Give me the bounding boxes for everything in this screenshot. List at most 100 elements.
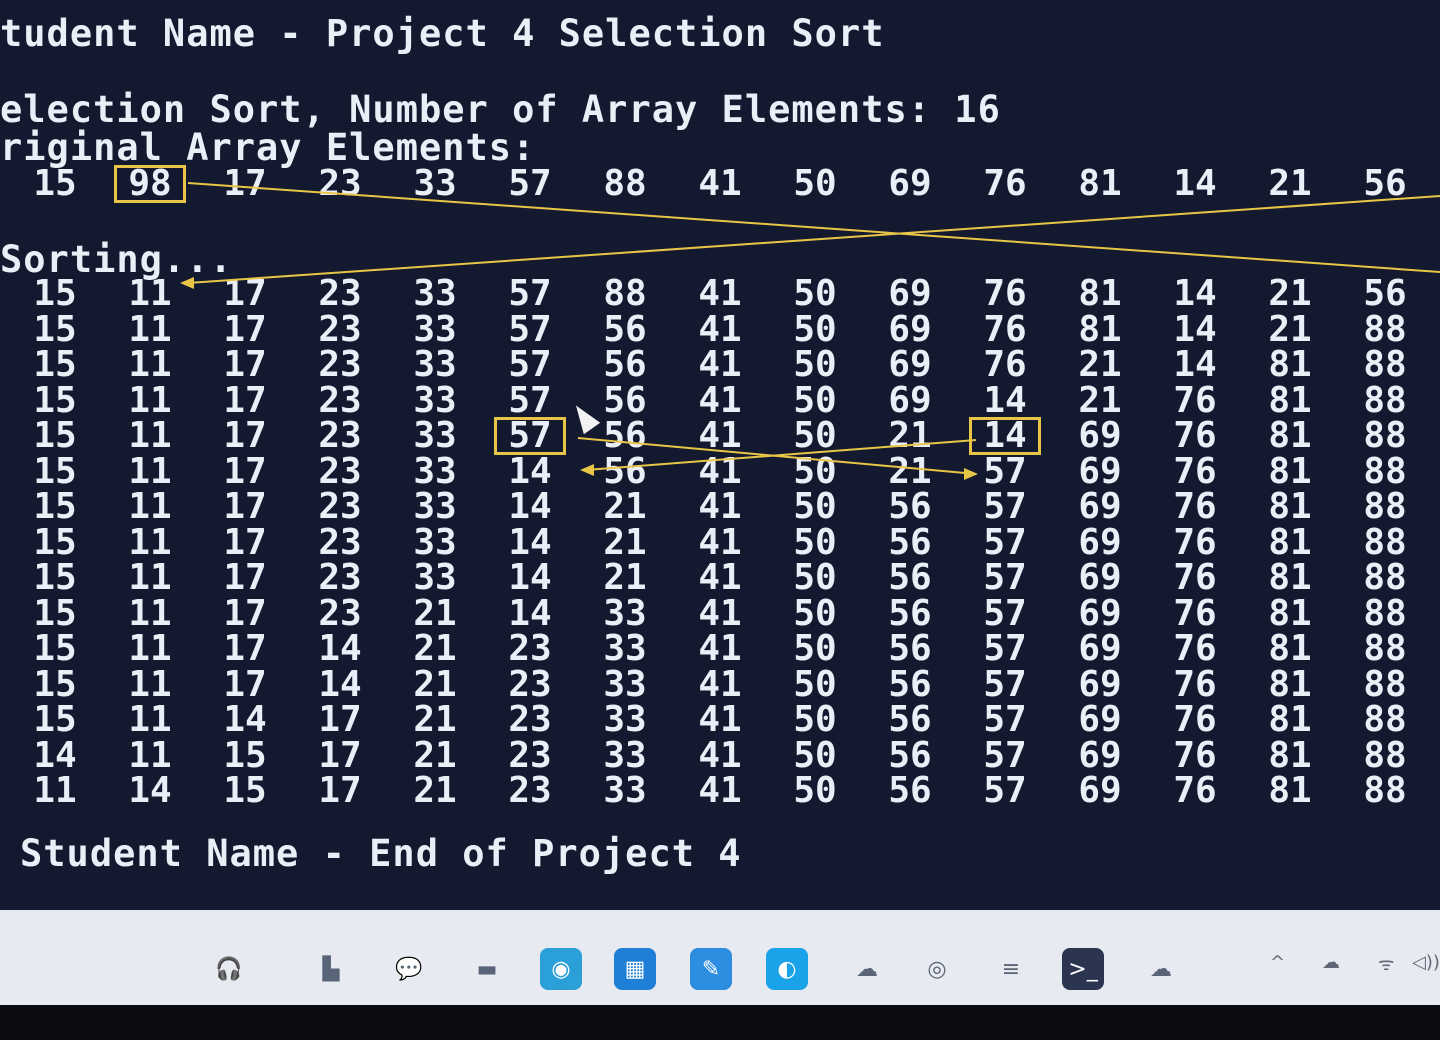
array-value: 88 <box>1363 557 1407 598</box>
array-value: 50 <box>793 521 837 563</box>
edge-icon[interactable]: ◉ <box>540 948 582 990</box>
array-value: 21 <box>413 663 457 705</box>
array-value: 23 <box>318 308 362 350</box>
array-value: 14 <box>1173 344 1217 385</box>
terminal-icon[interactable]: >_ <box>1062 948 1104 990</box>
array-value: 56 <box>888 734 932 776</box>
array-value: 14 <box>33 734 77 776</box>
array-value: 17 <box>223 273 267 314</box>
array-value: 41 <box>698 592 742 634</box>
array-value: 17 <box>223 521 267 563</box>
array-value: 11 <box>128 450 172 492</box>
array-value: 57 <box>508 379 552 421</box>
array-value: 11 <box>128 415 172 456</box>
array-value: 88 <box>603 273 647 314</box>
array-value: 81 <box>1268 344 1312 385</box>
array-value: 15 <box>33 663 77 705</box>
array-value: 11 <box>128 486 172 527</box>
vscode-icon[interactable]: ✎ <box>690 948 732 990</box>
array-value: 17 <box>223 592 267 634</box>
array-value: 23 <box>508 628 552 669</box>
array-value: 76 <box>1173 663 1217 705</box>
array-value: 15 <box>33 628 77 669</box>
teams-icon[interactable]: ☁ <box>846 948 888 990</box>
array-value: 69 <box>1078 770 1122 811</box>
onedrive-cloud-icon[interactable]: ☁ <box>1322 952 1340 973</box>
array-value: 81 <box>1268 592 1312 634</box>
array-value: 11 <box>128 699 172 740</box>
array-value: 11 <box>128 557 172 598</box>
array-value: 76 <box>1173 450 1217 492</box>
console-window[interactable]: tudent Name - Project 4 Selection Sort e… <box>0 0 1440 910</box>
array-value: 21 <box>413 699 457 740</box>
array-value: 15 <box>33 486 77 527</box>
title-line: tudent Name - Project 4 Selection Sort <box>0 12 885 55</box>
array-value: 81 <box>1078 273 1122 314</box>
array-value: 23 <box>318 273 362 314</box>
sort-step-row: 15 11 17 14 21 23 33 41 50 56 57 69 76 81 88 <box>0 663 1440 705</box>
array-value: 57 <box>983 628 1027 669</box>
tray-chevron-icon[interactable]: ^ <box>1270 952 1285 973</box>
array-value: 15 <box>33 592 77 634</box>
array-value: 17 <box>223 628 267 669</box>
array-value: 56 <box>888 486 932 527</box>
array-value: 76 <box>983 344 1027 385</box>
array-value: 17 <box>318 770 362 811</box>
array-value: 15 <box>33 557 77 598</box>
array-value: 23 <box>318 450 362 492</box>
array-value: 33 <box>603 699 647 740</box>
array-value: 69 <box>1078 557 1122 598</box>
array-value: 41 <box>698 344 742 385</box>
weather-icon[interactable]: ☁ <box>1140 948 1182 990</box>
array-value: 50 <box>793 344 837 385</box>
array-value: 14 <box>508 557 552 598</box>
array-value: 76 <box>1173 699 1217 740</box>
array-value: 56 <box>603 308 647 350</box>
array-value: 69 <box>888 379 932 421</box>
explorer-icon[interactable]: ▙ <box>310 948 352 990</box>
array-value: 15 <box>223 734 267 776</box>
array-value: 41 <box>698 521 742 563</box>
array-value: 14 <box>318 628 362 669</box>
array-value: 69 <box>1078 592 1122 634</box>
array-value: 23 <box>318 521 362 563</box>
chat-icon[interactable]: 💬 <box>388 948 430 990</box>
array-value: 41 <box>698 557 742 598</box>
array-value: 21 <box>1078 344 1122 385</box>
array-value: 23 <box>318 163 362 204</box>
array-value: 15 <box>33 415 77 456</box>
array-value: 14 <box>223 699 267 740</box>
array-value: 88 <box>1363 521 1407 563</box>
array-value: 17 <box>223 450 267 492</box>
volume-icon[interactable]: ◁)) <box>1412 952 1440 973</box>
array-value: 11 <box>128 273 172 314</box>
array-value: 41 <box>698 379 742 421</box>
array-value: 69 <box>1078 734 1122 776</box>
array-value: 81 <box>1268 486 1312 527</box>
chrome-icon[interactable]: ◎ <box>916 948 958 990</box>
array-value: 81 <box>1268 415 1312 456</box>
array-value: 14 <box>508 450 552 492</box>
array-value: 41 <box>698 770 742 811</box>
headset-icon[interactable]: 🎧 <box>208 948 250 990</box>
sort-step-row: 14 11 15 17 21 23 33 41 50 56 57 69 76 81 88 <box>0 734 1440 776</box>
array-value: 50 <box>793 592 837 634</box>
minimized-app-icon[interactable]: ▬ <box>466 948 508 990</box>
notepad-icon[interactable]: ≡ <box>990 948 1032 990</box>
browser-icon[interactable]: ◐ <box>766 948 808 990</box>
array-value: 17 <box>223 344 267 385</box>
array-value: 50 <box>793 486 837 527</box>
wifi-icon[interactable]: ᯤ <box>1378 952 1394 976</box>
array-value: 33 <box>413 163 457 204</box>
array-value: 11 <box>33 770 77 811</box>
array-value: 88 <box>1363 415 1407 456</box>
array-value: 33 <box>413 557 457 598</box>
array-value: 69 <box>888 344 932 385</box>
array-value: 15 <box>33 521 77 563</box>
array-value: 57 <box>983 521 1027 563</box>
array-value: 88 <box>1363 344 1407 385</box>
store-icon[interactable]: ▦ <box>614 948 656 990</box>
array-value: 33 <box>413 308 457 350</box>
array-value: 14 <box>508 486 552 527</box>
array-value: 56 <box>603 415 647 456</box>
